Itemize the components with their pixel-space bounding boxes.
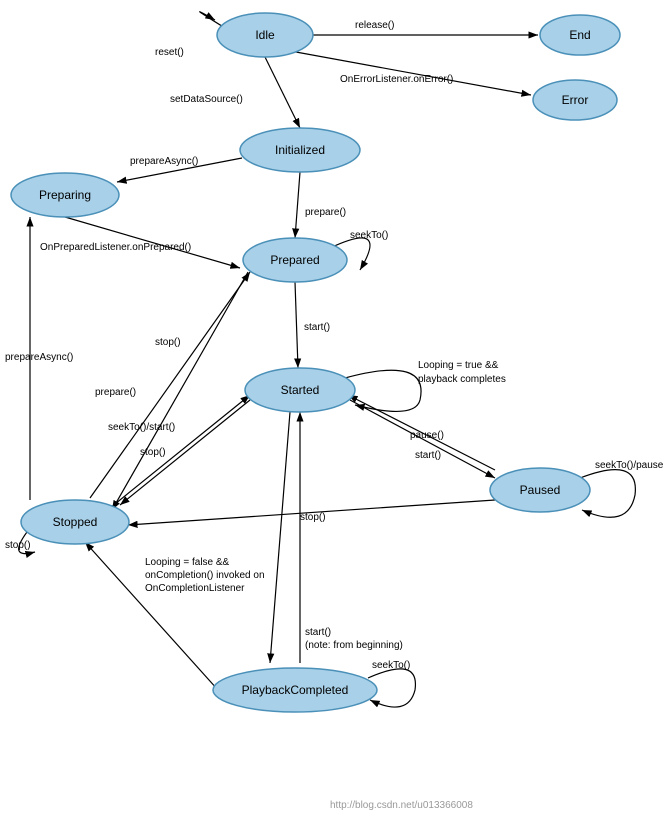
label-paused: Paused [520,483,561,497]
label-reset-idle: reset() [155,47,184,58]
label-error: Error [562,93,589,107]
label-looping-false: Looping = false && [145,557,230,568]
label-stopped: Stopped [53,515,98,529]
label-prepare-stopped: prepare() [95,387,136,398]
label-looping2: playback completes [418,374,506,385]
label-start-playback2: (note: from beginning) [305,640,403,651]
label-start-paused: start() [415,450,441,461]
label-stop-prepared: stop() [155,337,181,348]
label-prepare-init: prepare() [305,207,346,218]
label-seekto-playback: seekTo() [372,660,410,671]
label-seekto-start-stopped: seekTo()/start() [108,422,175,433]
label-preparing: Preparing [39,188,91,202]
label-looping: Looping = true && [418,360,499,371]
label-setdatasource: setDataSource() [170,94,243,105]
label-onerror: OnErrorListener.onError() [340,74,453,85]
label-prepareasync-init: prepareAsync() [130,156,198,167]
label-started: Started [281,383,320,397]
label-start-prepared: start() [304,322,330,333]
label-stop-paused: stop() [300,512,326,523]
label-playback-completed: PlaybackCompleted [242,683,349,697]
label-release: release() [355,20,394,31]
label-onprepared: OnPreparedListener.onPrepared() [40,242,191,253]
label-idle: Idle [255,28,275,42]
label-looping-false2: onCompletion() invoked on [145,570,265,581]
watermark: http://blog.csdn.net/u013366008 [330,800,473,811]
label-prepared: Prepared [270,253,319,267]
label-seekto-prepared: seekTo() [350,230,388,241]
label-initialized: Initialized [275,143,325,157]
label-stop-started: stop() [140,447,166,458]
label-prepareasync-stopped: prepareAsync() [5,352,73,363]
label-end: End [569,28,590,42]
label-looping-false3: OnCompletionListener [145,583,245,594]
diagram-container: release() OnErrorListener.onError() setD… [0,0,663,815]
label-seekto-pause: seekTo()/pause() [595,460,663,471]
label-stop-stopped: stop() [5,540,31,551]
label-start-playback: start() [305,627,331,638]
